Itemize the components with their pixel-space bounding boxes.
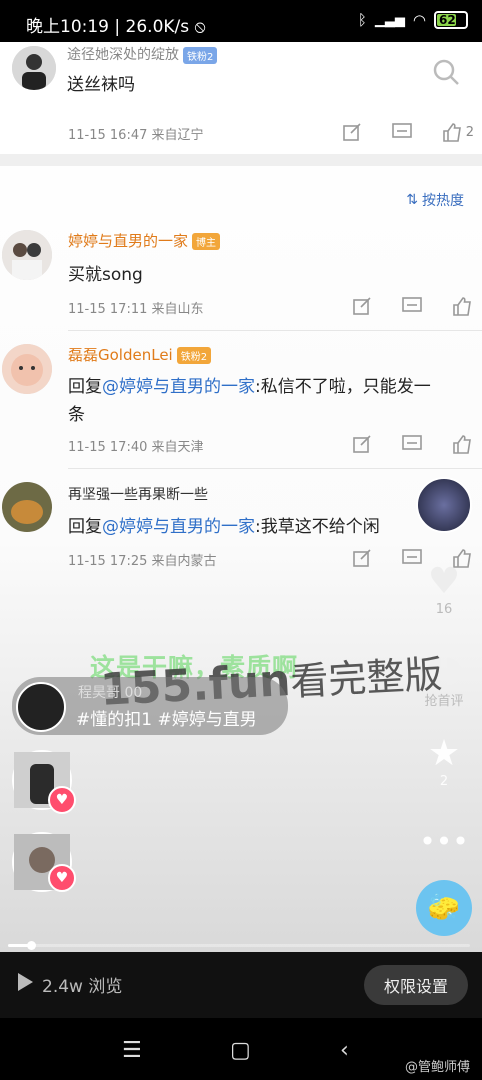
- divider: [68, 330, 482, 331]
- share-icon[interactable]: [352, 434, 372, 454]
- back-icon[interactable]: ‹: [340, 1038, 349, 1063]
- like-button[interactable]: ♥ 16: [414, 561, 474, 618]
- author-name[interactable]: 程昊哥 00: [78, 682, 142, 702]
- screen: 途径她深处的绽放 铁粉2 送丝袜吗 11-15 16:47 来自辽宁 2 ⇅ 按热…: [0, 42, 482, 952]
- bluetooth-icon: ᛒ: [357, 11, 367, 29]
- search-icon[interactable]: [432, 58, 460, 90]
- comment-meta: 11-15 16:47 来自辽宁: [68, 128, 204, 143]
- commenter-name[interactable]: 再坚强一些再果断一些: [68, 484, 208, 504]
- favorite-button[interactable]: ★ 2: [414, 733, 474, 790]
- comment-text-continued: 条: [68, 405, 85, 425]
- like-count: 16: [435, 602, 453, 617]
- battery-level: 62: [439, 13, 456, 27]
- source-credit: @管鲍师傅: [404, 1060, 470, 1075]
- video-hashtags[interactable]: #懂的扣1 #婷婷与直男: [76, 705, 257, 730]
- creator-avatar[interactable]: [416, 477, 472, 533]
- share-icon[interactable]: [352, 296, 372, 316]
- comment-text: 买就song: [68, 265, 143, 285]
- top-comment-card: 途径她深处的绽放 铁粉2 送丝袜吗 11-15 16:47 来自辽宁 2: [0, 42, 482, 154]
- mention-link[interactable]: @婷婷与直男的一家: [102, 517, 255, 537]
- comment-icon[interactable]: [402, 296, 422, 316]
- mention-link[interactable]: @婷婷与直男的一家: [102, 377, 255, 397]
- comment-actions: [352, 434, 472, 454]
- share-icon[interactable]: [352, 548, 372, 568]
- section-separator: [0, 154, 482, 166]
- status-time: 晚上10:19: [26, 17, 109, 37]
- commenter-name[interactable]: 磊磊GoldenLei 铁粉2: [68, 344, 212, 365]
- status-network-speed: 26.0K/s: [125, 17, 190, 37]
- comment-text: 回复@婷婷与直男的一家:私信不了啦，只能发一: [68, 377, 431, 397]
- star-icon: ★: [427, 733, 461, 774]
- video-progress-bar[interactable]: [8, 941, 470, 950]
- avatar[interactable]: [2, 344, 52, 394]
- commenter-name[interactable]: 婷婷与直男的一家 博主: [68, 230, 221, 251]
- home-icon[interactable]: ▢: [230, 1038, 251, 1063]
- music-disc-icon[interactable]: 🧽: [416, 880, 472, 936]
- comment-icon[interactable]: [391, 122, 412, 142]
- author-badge: 博主: [192, 233, 221, 250]
- status-left: 晚上10:19 | 26.0K/s ⦸: [26, 17, 206, 37]
- comment-meta: 11-15 17:11 来自山东: [68, 302, 204, 317]
- fan-badge: 铁粉2: [183, 46, 218, 64]
- comment-text: 送丝袜吗: [67, 75, 135, 95]
- like-icon[interactable]: [452, 296, 472, 316]
- author-avatar[interactable]: [16, 682, 66, 732]
- fan-badge: 铁粉2: [176, 347, 212, 364]
- avatar[interactable]: [12, 46, 56, 90]
- view-count: 2.4w 浏览: [16, 972, 122, 997]
- status-bar: 晚上10:19 | 26.0K/s ⦸ ᛒ ▁▃▅ ◠ 62: [0, 0, 482, 42]
- bottom-bar: 2.4w 浏览 权限设置: [0, 952, 482, 1018]
- heart-icon: ♥: [427, 561, 461, 602]
- comment-meta: 11-15 17:25 来自内蒙古: [68, 554, 217, 569]
- comment-meta: 11-15 17:40 来自天津: [68, 440, 204, 455]
- comment-actions: 2: [342, 122, 474, 142]
- battery-icon: 62: [434, 11, 468, 29]
- like-icon[interactable]: 2: [442, 122, 474, 142]
- play-icon: [16, 972, 34, 997]
- like-icon[interactable]: [452, 434, 472, 454]
- comment-text: 回复@婷婷与直男的一家:我草这不给个闲: [68, 517, 380, 537]
- divider: [68, 468, 482, 469]
- permission-settings-button[interactable]: 权限设置: [364, 965, 468, 1005]
- status-right: ᛒ ▁▃▅ ◠ 62: [358, 11, 468, 29]
- heart-icon[interactable]: ♥: [48, 864, 76, 892]
- menu-icon[interactable]: ☰: [122, 1038, 142, 1063]
- sort-by-hot-button[interactable]: ⇅ 按热度: [406, 190, 464, 210]
- commenter-name[interactable]: 途径她深处的绽放 铁粉2: [67, 44, 218, 64]
- sort-icon: ⇅: [406, 192, 418, 208]
- heart-icon[interactable]: ♥: [48, 786, 76, 814]
- favorite-count: 2: [439, 774, 449, 789]
- avatar[interactable]: [2, 230, 52, 280]
- avatar[interactable]: [2, 482, 52, 532]
- comment-actions: [352, 296, 472, 316]
- wifi-icon: ◠: [412, 11, 426, 29]
- progress-handle[interactable]: [27, 941, 37, 950]
- sort-label: 按热度: [422, 193, 464, 209]
- share-icon[interactable]: [342, 122, 362, 142]
- like-count: 2: [465, 124, 474, 140]
- signal-icon: ▁▃▅: [374, 12, 405, 28]
- comment-icon[interactable]: [402, 434, 422, 454]
- more-button[interactable]: •••: [414, 822, 474, 862]
- mute-icon: ⦸: [194, 17, 206, 37]
- system-nav-bar: ☰ ▢ ‹ @管鲍师傅: [0, 1018, 482, 1080]
- more-dots-icon: •••: [419, 825, 469, 858]
